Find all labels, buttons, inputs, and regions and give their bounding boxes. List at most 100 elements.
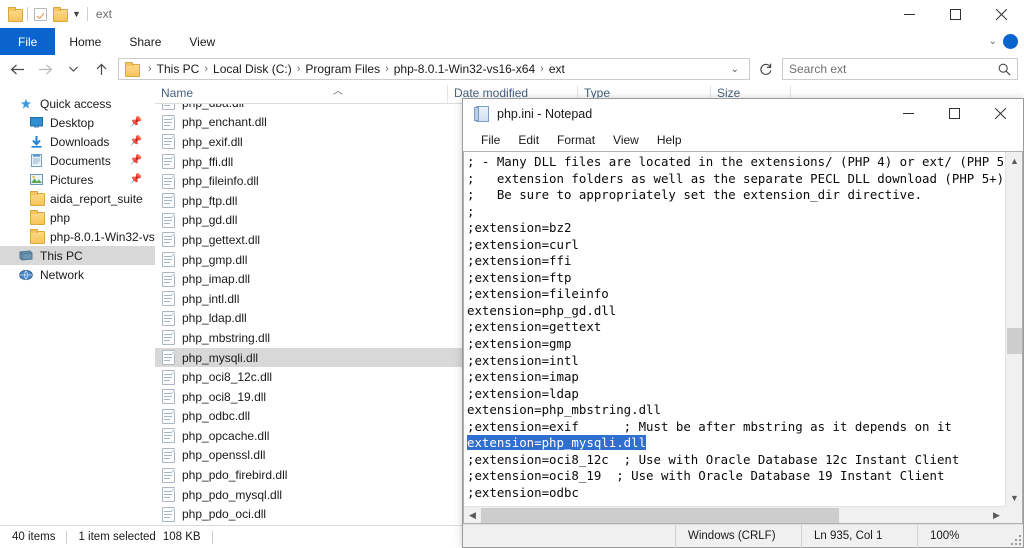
menu-view[interactable]: View [604,133,648,147]
maximize-icon[interactable] [931,99,977,127]
close-icon[interactable] [977,99,1023,127]
sidebar-item-desktop[interactable]: Desktop 📌 [0,113,155,132]
minimize-icon[interactable] [886,0,932,28]
file-name-label: php_gd.dll [182,213,238,228]
tab-share[interactable]: Share [115,28,175,55]
file-name-label: php_pdo_firebird.dll [182,468,288,483]
sidebar-label-desktop: Desktop [50,115,95,130]
search-box[interactable] [782,58,1018,80]
dll-file-icon [162,193,175,209]
sidebar-item-pictures[interactable]: Pictures 📌 [0,170,155,189]
back-icon[interactable] [6,58,28,80]
properties-icon[interactable] [34,7,47,21]
dll-file-icon [162,114,175,130]
status-item-count: 40 items [12,531,56,543]
breadcrumb[interactable]: › This PC › Local Disk (C:) › Program Fi… [118,58,750,80]
dll-file-icon [162,487,175,503]
sidebar-item-aida-report-suite[interactable]: aida_report_suite [0,189,155,208]
help-icon[interactable] [1003,34,1018,49]
desktop-icon [28,117,44,128]
explorer-window-controls [886,0,1024,28]
breadcrumb-separator-3: › [385,63,389,75]
tab-file[interactable]: File [0,28,56,55]
sidebar-label-aida-report-suite: aida_report_suite [50,191,143,206]
pin-icon[interactable]: 📌 [130,174,142,185]
pin-icon[interactable]: 📌 [130,117,142,128]
dll-file-icon [162,291,175,307]
menu-file[interactable]: File [472,133,509,147]
scroll-left-icon[interactable]: ◀ [464,507,481,523]
refresh-icon[interactable] [756,58,776,80]
breadcrumb-item-php-dir[interactable]: php-8.0.1-Win32-vs16-x64 [394,62,535,76]
column-header-name[interactable]: Name [155,85,447,103]
file-name-label: php_fileinfo.dll [182,174,259,189]
search-input[interactable] [789,62,998,76]
minimize-icon[interactable] [885,99,931,127]
vertical-scrollbar[interactable]: ▲ ▼ [1005,152,1022,506]
close-icon[interactable] [978,0,1024,28]
status-encoding: Windows (CRLF) [675,524,801,548]
file-name-label: php_pdo_mysql.dll [182,487,283,502]
tab-view[interactable]: View [175,28,229,55]
notepad-line: ;extension=ftp [467,269,572,285]
scroll-down-icon[interactable]: ▼ [1006,489,1022,506]
star-icon [18,98,34,110]
menu-help[interactable]: Help [648,133,691,147]
dll-file-icon [162,252,175,268]
recent-locations-caret-icon[interactable] [62,58,84,80]
sidebar-item-network[interactable]: Network [0,265,155,284]
menu-edit[interactable]: Edit [509,133,548,147]
notepad-line: ;extension=gmp [467,336,572,352]
sidebar-label-quick-access: Quick access [40,96,112,111]
sidebar-item-php-win32[interactable]: php-8.0.1-Win32-vs [0,227,155,246]
notepad-text-area[interactable]: ; - Many DLL files are located in the ex… [463,151,1023,524]
notepad-line: ;extension=odbc [467,484,579,500]
quick-access-toolbar: ▼ [8,6,88,22]
breadcrumb-dropdown-icon[interactable]: ⌄ [725,64,745,75]
dll-file-icon [162,310,175,326]
horizontal-scrollbar[interactable]: ◀ ▶ [464,506,1005,523]
dll-file-icon [162,389,175,405]
breadcrumb-item-ext[interactable]: ext [549,62,565,76]
file-name-label: php_mysqli.dll [182,350,259,365]
resize-grip-icon[interactable] [1007,525,1023,548]
folder-icon[interactable] [8,6,23,22]
tab-home[interactable]: Home [55,28,115,55]
horizontal-scrollbar-thumb[interactable] [481,508,839,523]
notepad-line: ;extension=curl [467,236,579,252]
breadcrumb-separator-1: › [204,63,209,75]
dll-file-icon [162,271,175,287]
scroll-up-icon[interactable]: ▲ [1006,152,1022,169]
pin-icon[interactable]: 📌 [130,136,142,147]
notepad-window-controls [885,99,1023,127]
sidebar-item-this-pc[interactable]: This PC [0,246,155,265]
breadcrumb-item-this-pc[interactable]: This PC [157,62,200,76]
breadcrumb-item-program-files[interactable]: Program Files [305,62,380,76]
file-name-label: php_odbc.dll [182,409,251,424]
folder-icon [28,229,45,244]
notepad-line: ;extension=bz2 [467,220,572,236]
breadcrumb-item-local-disk[interactable]: Local Disk (C:) [213,62,292,76]
notepad-text-content[interactable]: ; - Many DLL files are located in the ex… [467,154,1005,506]
sidebar-item-quick-access[interactable]: Quick access [0,94,155,113]
notepad-line: ;extension=ffi [467,253,572,269]
maximize-icon[interactable] [932,0,978,28]
new-folder-icon[interactable] [53,6,68,22]
notepad-title-bar: php.ini - Notepad [463,99,1023,129]
up-icon[interactable] [90,58,112,80]
expand-ribbon-chevron-icon[interactable]: ⌄ [989,36,997,47]
sidebar-label-pictures: Pictures [50,172,94,187]
sidebar-label-network: Network [40,267,85,282]
sidebar-item-downloads[interactable]: Downloads 📌 [0,132,155,151]
customize-caret-icon[interactable]: ▼ [72,9,81,19]
file-name-label: php_opcache.dll [182,428,270,443]
sidebar-item-php[interactable]: php [0,208,155,227]
notepad-line: ;extension=oci8_19 ; Use with Oracle Dat… [467,468,945,484]
sidebar-item-documents[interactable]: Documents 📌 [0,151,155,170]
status-cursor-position: Ln 935, Col 1 [801,524,917,548]
pin-icon[interactable]: 📌 [130,155,142,166]
forward-icon[interactable] [34,58,56,80]
scroll-right-icon[interactable]: ▶ [988,507,1005,523]
menu-format[interactable]: Format [548,133,604,147]
vertical-scrollbar-thumb[interactable] [1007,328,1022,354]
